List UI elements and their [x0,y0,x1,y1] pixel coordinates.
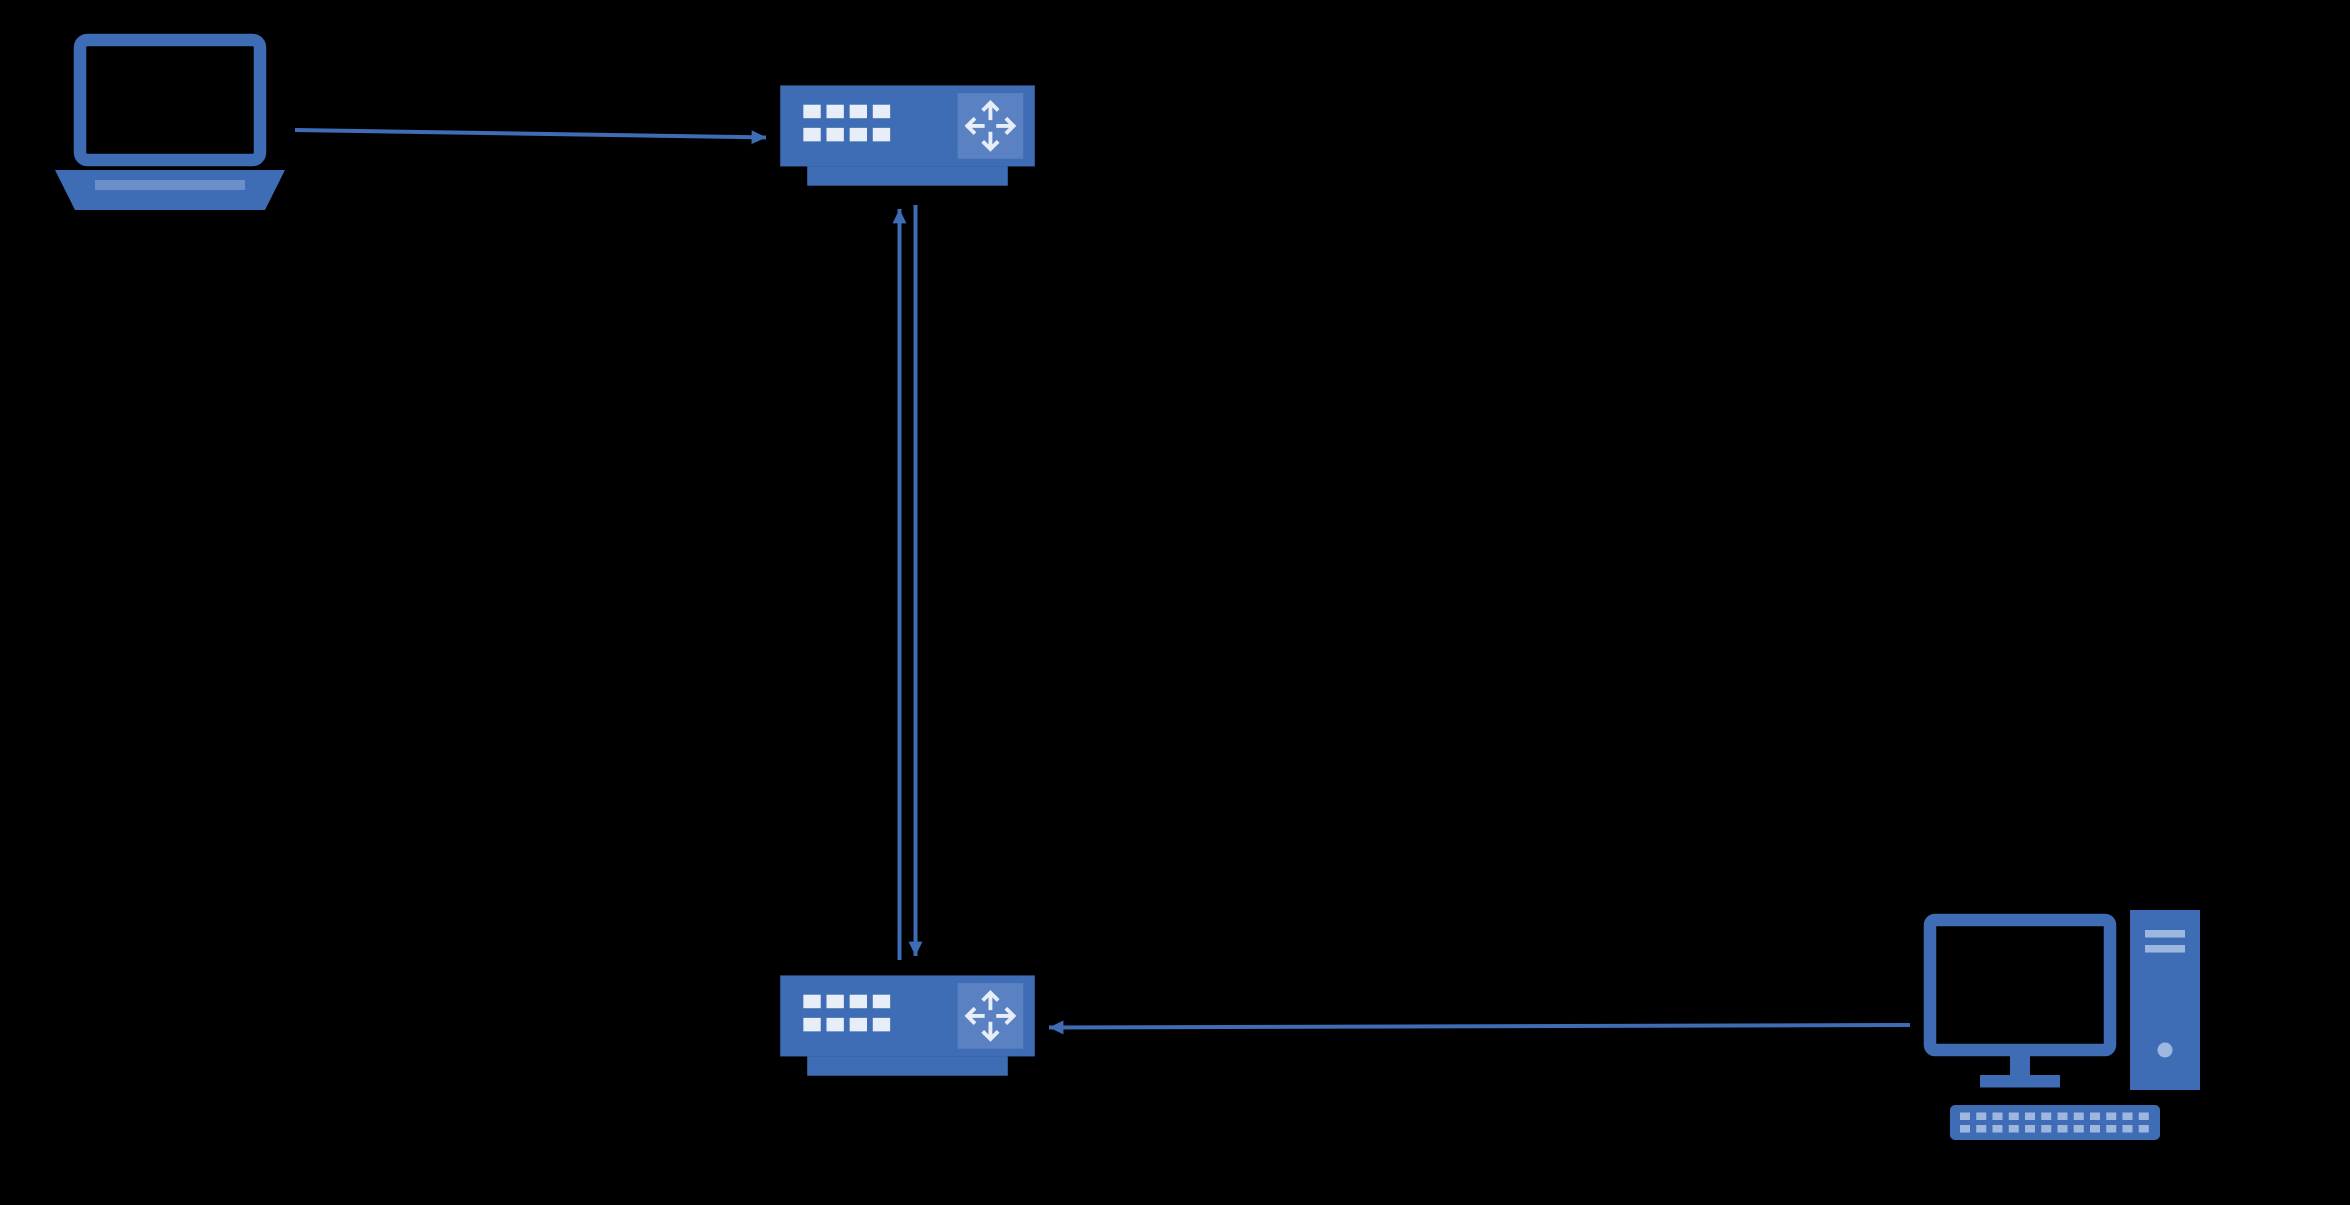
network-diagram [0,0,2350,1205]
pc-desktop-icon [1910,900,2220,1150]
switch1-switch-icon [770,70,1045,205]
switch2-switch-icon [770,960,1045,1095]
laptop-laptop-icon [45,30,295,230]
